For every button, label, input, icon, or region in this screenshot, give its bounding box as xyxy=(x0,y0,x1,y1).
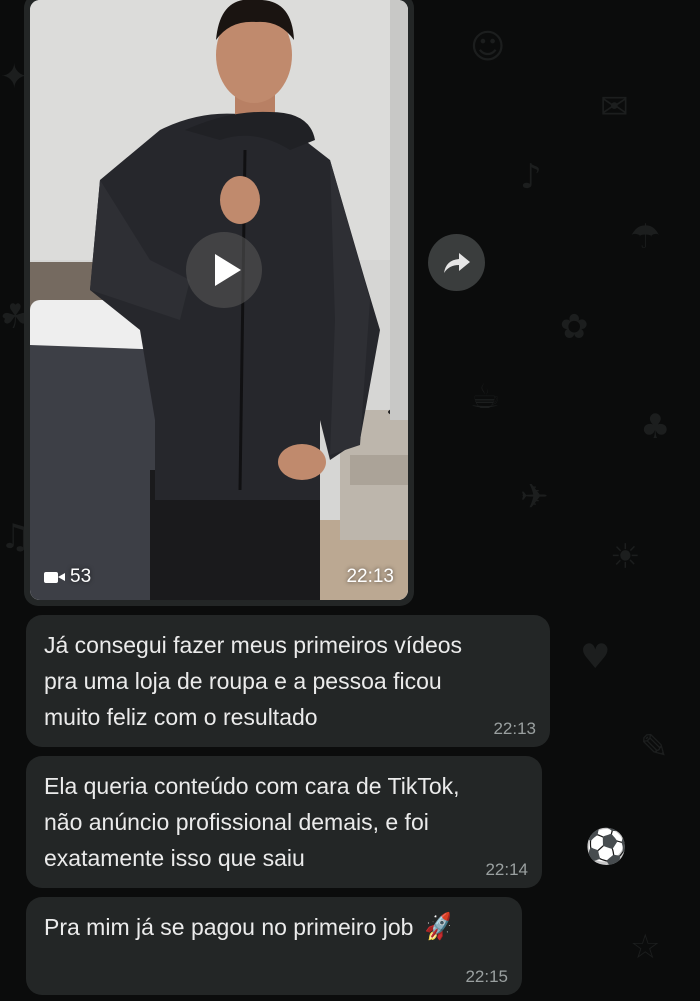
wallpaper-doodle: ✎ xyxy=(640,727,669,767)
wallpaper-doodle: ☺ xyxy=(470,27,506,67)
forward-button[interactable] xyxy=(428,234,485,291)
message-bubble[interactable]: Ela queria conteúdo com cara de TikTok, … xyxy=(26,756,542,888)
message-timestamp: 22:13 xyxy=(493,719,536,738)
video-duration: 53 xyxy=(44,566,91,588)
wallpaper-doodle: ✉ xyxy=(600,87,629,127)
wallpaper-doodle: ☂ xyxy=(630,217,661,257)
message-timestamp: 22:15 xyxy=(465,967,508,986)
wallpaper-doodle: ✿ xyxy=(560,307,589,347)
message-bubble[interactable]: Já consegui fazer meus primeiros vídeos … xyxy=(26,615,550,747)
video-meta: 53 22:13 xyxy=(44,566,394,588)
message-bubble[interactable]: Pra mim já se pagou no primeiro job 🚀 22… xyxy=(26,897,522,995)
video-message-bubble[interactable]: 53 22:13 xyxy=(24,0,414,606)
message-text: Ela queria conteúdo com cara de TikTok, … xyxy=(44,773,460,871)
wallpaper-doodle: ☀ xyxy=(610,537,641,577)
message-text: Pra mim já se pagou no primeiro job xyxy=(44,914,414,940)
forward-icon xyxy=(443,252,470,273)
rocket-emoji: 🚀 xyxy=(421,910,456,944)
wallpaper-doodle: ♣ xyxy=(640,407,671,447)
wallpaper-doodle: ✈ xyxy=(520,477,549,517)
wallpaper-doodle: ☕ xyxy=(470,377,501,417)
message-text: Já consegui fazer meus primeiros vídeos … xyxy=(44,632,463,730)
wallpaper-doodle: ♪ xyxy=(520,157,542,197)
video-timestamp: 22:13 xyxy=(346,566,394,587)
video-thumbnail[interactable]: 53 22:13 xyxy=(30,0,408,600)
wallpaper-doodle: ⚽ xyxy=(585,827,628,867)
wallpaper-doodle: ☆ xyxy=(630,927,661,967)
message-timestamp: 22:14 xyxy=(485,860,528,879)
wallpaper-doodle: ♥ xyxy=(580,637,611,677)
message-line: Pra mim já se pagou no primeiro job 🚀 xyxy=(44,909,504,945)
video-camera-icon xyxy=(44,571,65,583)
play-button[interactable] xyxy=(186,232,262,308)
video-duration-value: 53 xyxy=(70,566,92,587)
